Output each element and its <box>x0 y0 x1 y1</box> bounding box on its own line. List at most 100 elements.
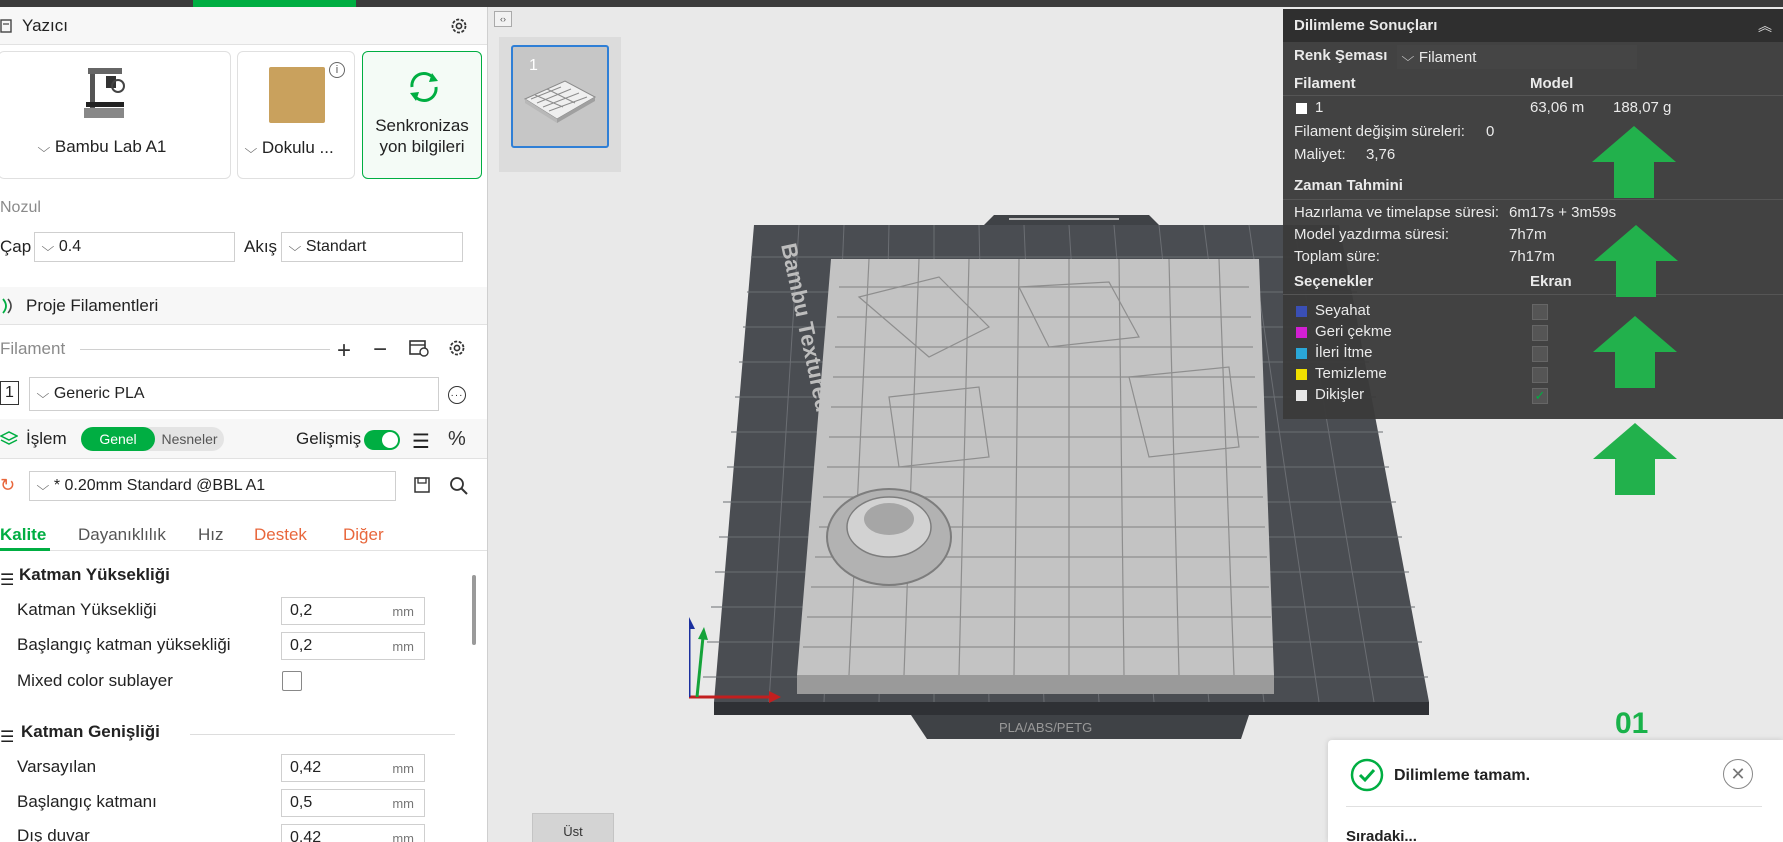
option-label: Seyahat <box>1315 302 1371 319</box>
outer-wall-value: 0,42 <box>290 829 322 842</box>
option-display-checkbox[interactable] <box>1532 367 1548 383</box>
save-profile-icon[interactable] <box>413 476 431 494</box>
plate-selector[interactable]: ⌵ Dokulu ... <box>244 138 334 158</box>
filament-sync-icon[interactable] <box>409 338 429 358</box>
remove-filament-minus-icon[interactable]: − <box>373 336 387 364</box>
printer-settings-gear-icon[interactable] <box>449 16 469 36</box>
sync-button[interactable]: Senkronizas yon bilgileri <box>362 51 482 179</box>
mixed-color-label: Mixed color sublayer <box>17 671 173 690</box>
chevron-down-icon: ⌵ <box>41 239 55 254</box>
outer-wall-label: Dış duvar <box>17 826 90 842</box>
advanced-toggle-switch[interactable] <box>364 430 400 450</box>
col-filament-header: Filament <box>1294 75 1356 92</box>
active-tab-indicator[interactable] <box>193 0 356 7</box>
top-bar <box>0 0 1783 7</box>
printer-selector[interactable]: ⌵ Bambu Lab A1 <box>37 137 167 157</box>
prep-time-value: 6m17s + 3m59s <box>1509 204 1617 221</box>
params-scrollbar[interactable] <box>472 575 476 645</box>
tab-quality[interactable]: Kalite <box>0 525 46 545</box>
separator <box>1283 199 1783 200</box>
layer-height-value: 0,2 <box>290 602 313 619</box>
tab-support[interactable]: Destek <box>254 525 307 545</box>
tab-strength[interactable]: Dayanıklılık <box>78 525 166 545</box>
view-top-tab[interactable]: Üst <box>532 813 614 842</box>
default-width-value: 0,42 <box>290 759 322 776</box>
info-icon[interactable]: i <box>329 62 345 78</box>
flow-label: Akış <box>244 237 278 256</box>
process-profile-name: * 0.20mm Standard @BBL A1 <box>53 477 266 494</box>
total-time-value: 7h17m <box>1509 248 1555 265</box>
plate-thumbnail-panel: 1 <box>499 37 621 172</box>
plate-image <box>269 67 325 123</box>
filament-name: Generic PLA <box>53 385 145 402</box>
filament-swatch <box>1296 103 1307 114</box>
sync-label-line2: yon bilgileri <box>379 137 465 156</box>
tab-others[interactable]: Diğer <box>343 525 384 545</box>
toggle-objects[interactable]: Nesneler <box>155 427 224 451</box>
plate-name: Dokulu ... <box>261 138 334 157</box>
general-objects-toggle[interactable]: Genel Nesneler <box>81 427 224 451</box>
option-display-checkbox[interactable] <box>1532 325 1548 341</box>
color-scheme-select[interactable]: ⌵ Filament <box>1397 45 1637 69</box>
unit-label: mm <box>392 603 414 619</box>
option-color-swatch <box>1296 327 1307 338</box>
plate-thumbnail[interactable]: 1 <box>511 45 609 148</box>
default-width-input[interactable]: 0,42 mm <box>281 754 425 782</box>
chevron-down-icon: ⌵ <box>36 478 50 493</box>
initial-layer-width-input[interactable]: 0,5 mm <box>281 789 425 817</box>
filament-slot-number[interactable]: 1 <box>0 381 19 405</box>
collapse-sidebar-icon[interactable]: ‹› <box>494 11 512 27</box>
toggle-general[interactable]: Genel <box>81 427 155 451</box>
sync-label-line1: Senkronizas <box>375 116 469 135</box>
option-display-checkbox[interactable] <box>1532 304 1548 320</box>
initial-layer-width-label: Başlangıç katmanı <box>17 792 157 811</box>
tab-speed[interactable]: Hız <box>198 525 224 545</box>
layer-height-input[interactable]: 0,2 mm <box>281 597 425 625</box>
outer-wall-input[interactable]: 0,42 mm <box>281 824 425 842</box>
printer-card[interactable]: ⌵ Bambu Lab A1 <box>0 51 231 179</box>
more-options-icon[interactable]: ··· <box>448 386 466 404</box>
option-display-checkbox[interactable] <box>1532 346 1548 362</box>
unit-label: mm <box>392 760 414 776</box>
chevron-down-icon: ⌵ <box>244 141 258 156</box>
toast-divider <box>1346 806 1762 807</box>
add-filament-plus-icon[interactable]: + <box>337 337 351 365</box>
compare-percent-icon[interactable]: % <box>448 428 466 451</box>
option-display-checkbox[interactable]: ✓ <box>1532 388 1548 404</box>
list-icon[interactable]: ☰ <box>412 429 430 454</box>
plate-card[interactable]: i ⌵ Dokulu ... <box>237 51 355 179</box>
filament-length: 63,06 m <box>1530 99 1585 116</box>
color-scheme-value: Filament <box>1418 48 1477 66</box>
cost-value: 3,76 <box>1366 146 1396 163</box>
nozzle-title: Nozul <box>0 199 41 216</box>
search-icon[interactable] <box>449 476 469 496</box>
close-icon[interactable]: ✕ <box>1723 759 1753 789</box>
slice-results-panel: Dilimleme Sonuçları ︽ Renk Şeması ⌵ Filam… <box>1283 9 1783 419</box>
printer-image <box>78 66 130 122</box>
reset-profile-icon[interactable]: ↻ <box>0 475 15 496</box>
option-label: İleri İtme <box>1315 344 1373 361</box>
display-title: Ekran <box>1530 273 1572 290</box>
chevron-down-icon: ⌵ <box>37 140 51 155</box>
unit-label: mm <box>392 795 414 811</box>
initial-layer-height-input[interactable]: 0,2 mm <box>281 632 425 660</box>
filaments-section-header: Proje Filamentleri <box>0 287 487 325</box>
filament-select[interactable]: ⌵ Generic PLA <box>29 377 439 411</box>
printer-name: Bambu Lab A1 <box>54 137 167 156</box>
printer-section-title: Yazıcı <box>22 15 68 35</box>
left-sidebar: Yazıcı ⌵ Bambu Lab A1 i ⌵ Dokulu ... Sen… <box>0 7 488 842</box>
mixed-color-checkbox[interactable] <box>282 671 302 691</box>
filament-settings-gear-icon[interactable] <box>447 338 467 358</box>
group-divider <box>190 734 455 735</box>
model-print-time-label: Model yazdırma süresi: <box>1294 226 1450 243</box>
collapse-chevron-up-icon[interactable]: ︽ <box>1758 16 1772 36</box>
process-profile-select[interactable]: ⌵ * 0.20mm Standard @BBL A1 <box>29 471 396 501</box>
advanced-label: Gelişmiş <box>296 429 362 448</box>
separator <box>1283 95 1783 96</box>
change-times-label: Filament değişim süreleri: <box>1294 123 1465 140</box>
printer-icon <box>0 18 14 34</box>
filament-spool-icon <box>0 297 18 315</box>
diameter-select[interactable]: ⌵ 0.4 <box>34 232 235 262</box>
flow-select[interactable]: ⌵ Standart <box>281 232 463 262</box>
prep-time-label: Hazırlama ve timelapse süresi: <box>1294 204 1500 221</box>
